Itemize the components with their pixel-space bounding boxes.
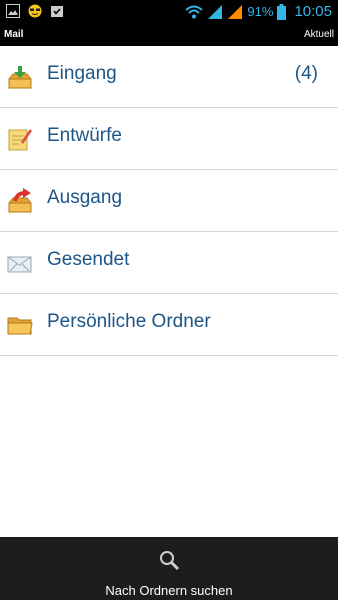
search-folders-label: Nach Ordnern suchen [105, 583, 233, 598]
folder-label: Eingang [47, 63, 117, 84]
signal-icon [208, 4, 223, 19]
clock: 10:05 [294, 3, 332, 20]
search-folders-button[interactable]: Nach Ordnern suchen [0, 537, 338, 600]
wifi-icon [185, 5, 204, 18]
folder-label: Persönliche Ordner [47, 311, 211, 332]
folder-label: Entwürfe [47, 125, 122, 146]
unread-count: (4) [294, 63, 318, 84]
outbox-icon [8, 188, 32, 213]
folder-row-entwuerfe[interactable]: Entwürfe [0, 108, 338, 170]
image-icon [6, 4, 20, 18]
refresh-action[interactable]: Aktuell [304, 29, 334, 40]
signal-icon-2 [228, 4, 243, 19]
inbox-icon [8, 66, 32, 89]
folder-label: Gesendet [47, 249, 130, 270]
battery-icon [277, 3, 287, 20]
search-icon [160, 551, 180, 571]
status-bar: 91% 10:05 [0, 0, 338, 24]
battery-percent: 91% [247, 4, 274, 19]
folder-label: Ausgang [47, 187, 123, 208]
app-title: Mail [4, 29, 24, 40]
task-check-icon [51, 6, 63, 17]
drafts-icon [8, 129, 32, 151]
app-bar: Mail Aktuell [0, 24, 338, 46]
folder-list: Eingang (4) Entwürfe Ausgang Gesendet Pe… [0, 46, 338, 356]
folder-icon [7, 317, 33, 335]
folder-row-eingang[interactable]: Eingang (4) [0, 46, 338, 108]
sunglasses-emoji-icon [28, 4, 42, 18]
folder-row-gesendet[interactable]: Gesendet [0, 232, 338, 294]
folder-row-persoenliche-ordner[interactable]: Persönliche Ordner [0, 294, 338, 356]
folder-row-ausgang[interactable]: Ausgang [0, 170, 338, 232]
sent-icon [7, 256, 32, 273]
